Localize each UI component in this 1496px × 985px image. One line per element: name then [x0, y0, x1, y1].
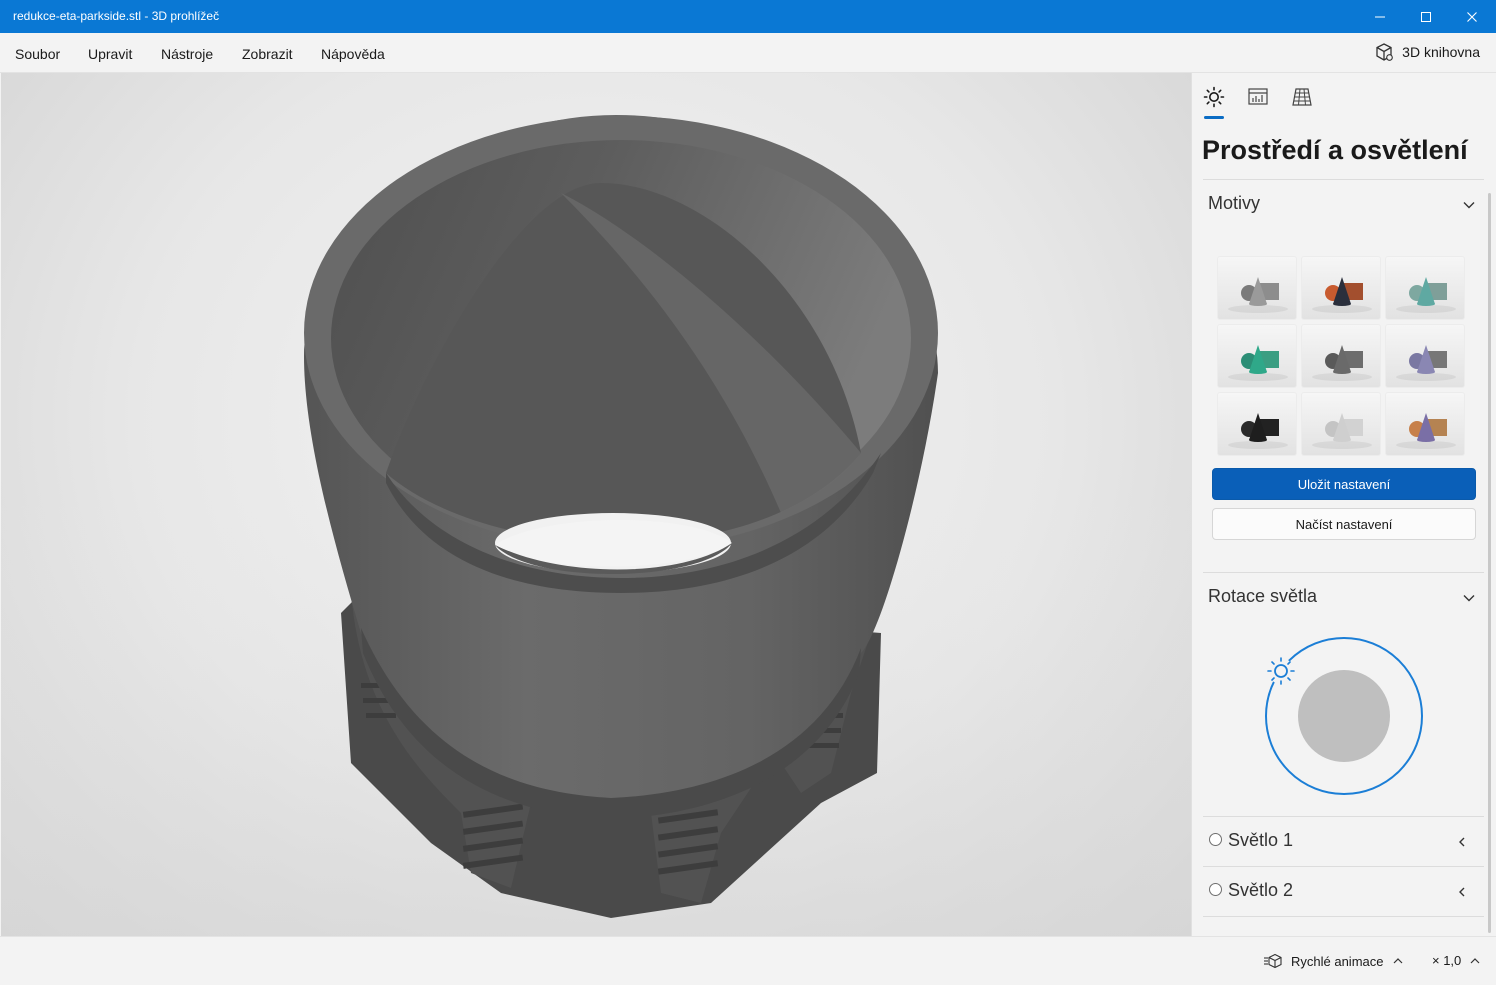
chevron-left-icon[interactable]	[1456, 836, 1468, 848]
theme-preview-shapes	[1396, 345, 1456, 381]
sun-icon	[1203, 86, 1225, 108]
themes-section-title[interactable]: Motivy	[1208, 193, 1260, 214]
menu-edit[interactable]: Upravit	[88, 46, 132, 62]
theme-swatch[interactable]	[1385, 392, 1465, 456]
maximize-icon	[1421, 11, 1431, 22]
tab-statistics[interactable]	[1246, 85, 1270, 109]
title-bar: redukce-eta-parkside.stl - 3D prohlížeč	[0, 0, 1496, 33]
animation-cube-icon	[1264, 953, 1282, 969]
chevron-up-icon	[1470, 957, 1480, 963]
panel-scrollbar[interactable]	[1488, 193, 1491, 933]
divider	[1203, 179, 1484, 180]
save-settings-button[interactable]: Uložit nastavení	[1212, 468, 1476, 500]
theme-swatch[interactable]	[1301, 256, 1381, 320]
theme-swatch[interactable]	[1385, 256, 1465, 320]
theme-preview-shapes	[1228, 413, 1288, 449]
3d-model-render	[1, 115, 1191, 936]
environment-panel: Prostředí a osvětlení Motivy Uložit nast…	[1191, 73, 1492, 936]
maximize-button[interactable]	[1403, 0, 1449, 33]
window-title: redukce-eta-parkside.stl - 3D prohlížeč	[13, 9, 220, 23]
theme-swatch[interactable]	[1217, 256, 1297, 320]
light-sphere	[1298, 670, 1390, 762]
theme-swatch[interactable]	[1301, 324, 1381, 388]
light-rotation-dial[interactable]	[1260, 630, 1428, 798]
minimize-icon	[1375, 16, 1385, 17]
menu-help[interactable]: Nápověda	[321, 46, 385, 62]
theme-preview-shapes	[1312, 413, 1372, 449]
divider	[1203, 916, 1484, 917]
light-1-radio[interactable]	[1209, 833, 1222, 846]
tab-environment[interactable]	[1202, 85, 1226, 109]
light-rotation-section-title[interactable]: Rotace světla	[1208, 586, 1317, 607]
animation-label: Rychlé animace	[1291, 953, 1384, 969]
light-sun-handle[interactable]	[1267, 657, 1295, 685]
theme-swatch[interactable]	[1217, 392, 1297, 456]
menu-file[interactable]: Soubor	[15, 46, 60, 62]
light-2-radio[interactable]	[1209, 883, 1222, 896]
chevron-down-icon[interactable]	[1462, 591, 1476, 605]
theme-grid	[1217, 256, 1467, 456]
close-button[interactable]	[1449, 0, 1495, 33]
load-settings-button[interactable]: Načíst nastavení	[1212, 508, 1476, 540]
theme-swatch[interactable]	[1385, 324, 1465, 388]
tab-mesh[interactable]	[1290, 85, 1314, 109]
menu-view[interactable]: Zobrazit	[242, 46, 293, 62]
menu-bar: Soubor Upravit Nástroje Zobrazit Nápověd…	[0, 33, 1496, 73]
light-2-label: Světlo 2	[1228, 880, 1294, 900]
divider	[1203, 572, 1484, 573]
panel-title: Prostředí a osvětlení	[1202, 135, 1468, 165]
chevron-down-icon[interactable]	[1462, 198, 1476, 212]
3d-library-label: 3D knihovna	[1402, 44, 1480, 60]
theme-preview-shapes	[1312, 345, 1372, 381]
stats-icon	[1248, 88, 1268, 105]
menu-tools[interactable]: Nástroje	[161, 46, 213, 62]
theme-preview-shapes	[1396, 413, 1456, 449]
playback-speed-button[interactable]: × 1,0	[1432, 953, 1481, 968]
chevron-left-icon[interactable]	[1456, 886, 1468, 898]
speed-label: × 1,0	[1432, 953, 1462, 968]
theme-preview-shapes	[1228, 277, 1288, 313]
close-icon	[1467, 11, 1477, 22]
status-bar: Rychlé animace × 1,0	[0, 936, 1496, 985]
theme-preview-shapes	[1228, 345, 1288, 381]
theme-preview-shapes	[1396, 277, 1456, 313]
3d-library-button[interactable]: 3D knihovna	[1374, 42, 1480, 62]
chevron-up-icon	[1393, 958, 1402, 964]
cube-icon	[1376, 43, 1394, 61]
theme-swatch[interactable]	[1217, 324, 1297, 388]
animation-speed-button[interactable]: Rychlé animace	[1263, 953, 1404, 969]
light-1-label: Světlo 1	[1228, 830, 1294, 850]
theme-preview-shapes	[1312, 277, 1372, 313]
light-2-row[interactable]: Světlo 2	[1203, 867, 1484, 915]
theme-swatch[interactable]	[1301, 392, 1381, 456]
light-1-row[interactable]: Světlo 1	[1203, 817, 1484, 865]
minimize-button[interactable]	[1357, 0, 1403, 33]
3d-viewport[interactable]	[1, 73, 1191, 936]
grid-icon	[1292, 88, 1312, 106]
tab-selected-indicator	[1204, 116, 1224, 119]
